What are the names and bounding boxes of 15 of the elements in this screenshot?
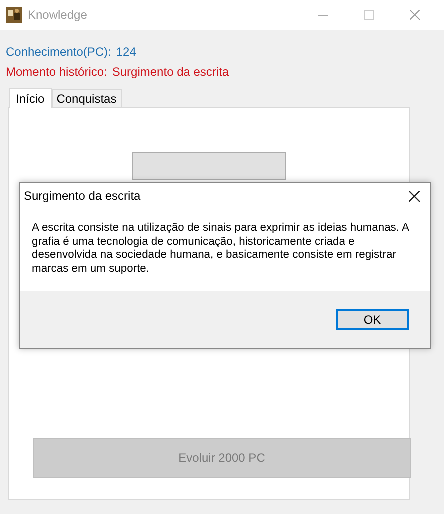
dialog-message: A escrita consiste na utilização de sinais para exprimir as ideias humanas. A grafia é uma tecnologia de comunicação, historicamente criada e desenvolvida na sociedade humana, e basicamente consiste em registrar marcas em um suporte. xyxy=(31,221,410,276)
minimize-icon[interactable] xyxy=(318,14,328,16)
ok-button[interactable]: OK xyxy=(336,309,409,330)
app-icon xyxy=(6,7,22,23)
stat-value: 124 xyxy=(116,45,136,59)
stat-label: Conhecimento(PC): xyxy=(6,45,112,59)
tab[interactable]: Conquistas xyxy=(52,89,122,107)
action-button[interactable] xyxy=(132,152,286,180)
stat-value: Surgimento da escrita xyxy=(112,65,230,79)
stat-label: Momento histórico: xyxy=(6,65,108,79)
close-icon[interactable] xyxy=(409,190,420,202)
dialog-title: Surgimento da escrita xyxy=(24,189,142,203)
tab[interactable]: Início xyxy=(9,88,52,108)
maximize-icon[interactable] xyxy=(364,10,374,20)
window-title: Knowledge xyxy=(28,8,88,22)
